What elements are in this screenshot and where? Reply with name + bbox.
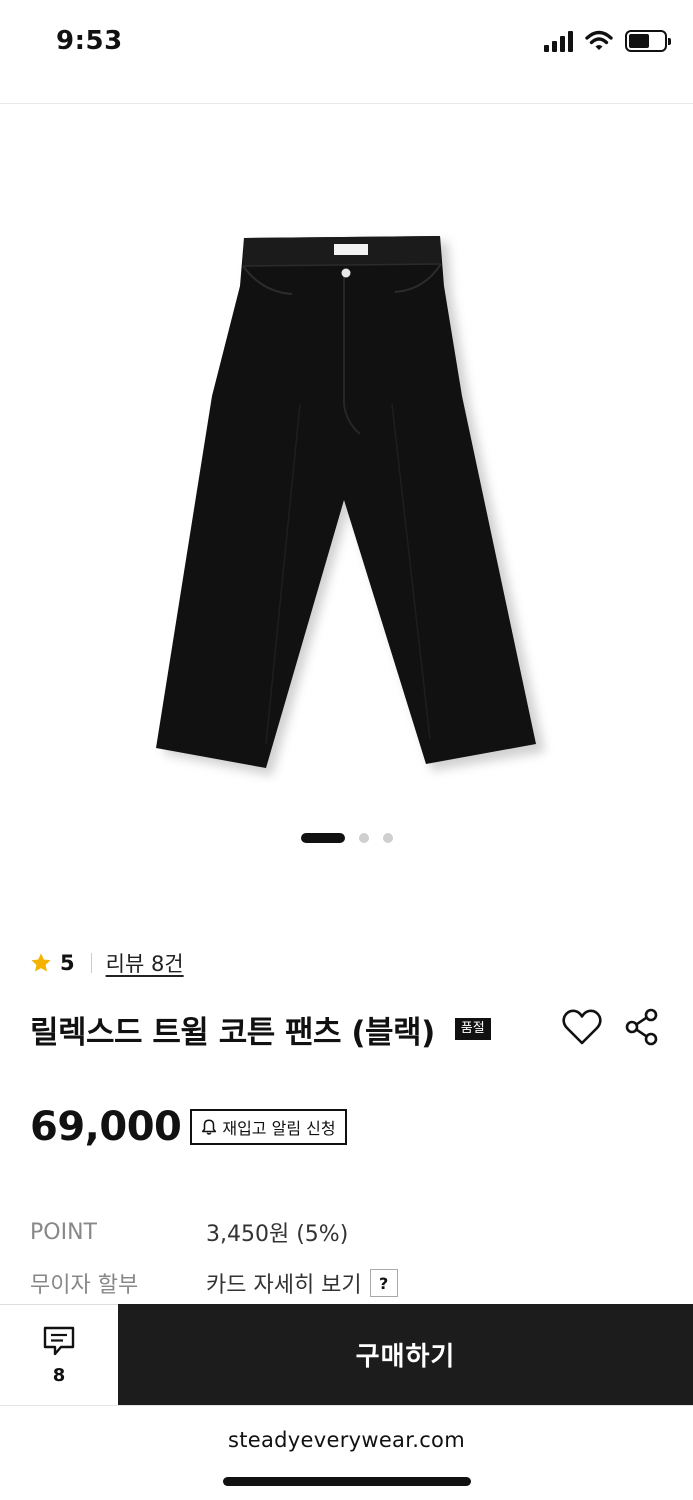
comment-button[interactable]: 8 <box>0 1304 118 1405</box>
restock-alert-button[interactable]: 재입고 알림 신청 <box>190 1109 347 1145</box>
product-price: 69,000 <box>30 1104 182 1150</box>
buy-button[interactable]: 구매하기 <box>118 1304 693 1405</box>
carousel-dots <box>0 832 693 844</box>
signal-icon <box>544 30 573 52</box>
title-row: 릴렉스드 트윌 코튼 팬츠 (블랙) 품절 <box>30 1004 670 1054</box>
wifi-icon <box>585 30 613 50</box>
home-indicator[interactable] <box>223 1477 471 1486</box>
point-value: 3,450원 (5%) <box>206 1222 349 1247</box>
share-icon[interactable] <box>624 1007 660 1047</box>
battery-icon <box>625 30 671 52</box>
heart-icon[interactable] <box>561 1007 603 1047</box>
point-label: POINT <box>30 1219 97 1245</box>
installment-row: 무이자 할부 카드 자세히 보기 ? <box>30 1266 670 1300</box>
status-time: 9:53 <box>56 26 123 56</box>
price-row: 69,000 재입고 알림 신청 <box>30 1100 347 1154</box>
carousel-dot[interactable] <box>382 833 393 843</box>
soldout-badge: 품절 <box>454 1018 491 1040</box>
review-link[interactable]: 리뷰 8건 <box>106 948 184 978</box>
rating-row: 5 리뷰 8건 <box>30 948 184 978</box>
carousel-dot[interactable] <box>358 833 369 843</box>
bell-icon <box>202 1119 217 1135</box>
point-row: POINT 3,450원 (5%) <box>30 1215 670 1249</box>
help-button[interactable]: ? <box>369 1269 398 1297</box>
star-icon <box>31 953 51 972</box>
status-icons <box>544 30 671 52</box>
installment-value[interactable]: 카드 자세히 보기 <box>206 1267 362 1299</box>
rating-score: 5 <box>60 951 75 975</box>
url-text[interactable]: steadyeverywear.com <box>0 1428 693 1452</box>
comment-count: 8 <box>52 1364 66 1386</box>
browser-url-bar: steadyeverywear.com <box>0 1405 693 1500</box>
carousel-dot-active[interactable] <box>300 833 345 843</box>
restock-alert-label: 재입고 알림 신청 <box>222 1119 336 1138</box>
product-image[interactable] <box>0 104 693 804</box>
installment-label: 무이자 할부 <box>30 1273 139 1298</box>
product-title: 릴렉스드 트윌 코튼 팬츠 (블랙) <box>30 1014 435 1051</box>
black-pants-photo <box>156 236 545 776</box>
rating-separator <box>90 953 92 973</box>
status-bar: 9:53 <box>0 0 693 100</box>
comment-icon <box>43 1326 75 1355</box>
action-bar: 8 구매하기 <box>0 1304 693 1405</box>
